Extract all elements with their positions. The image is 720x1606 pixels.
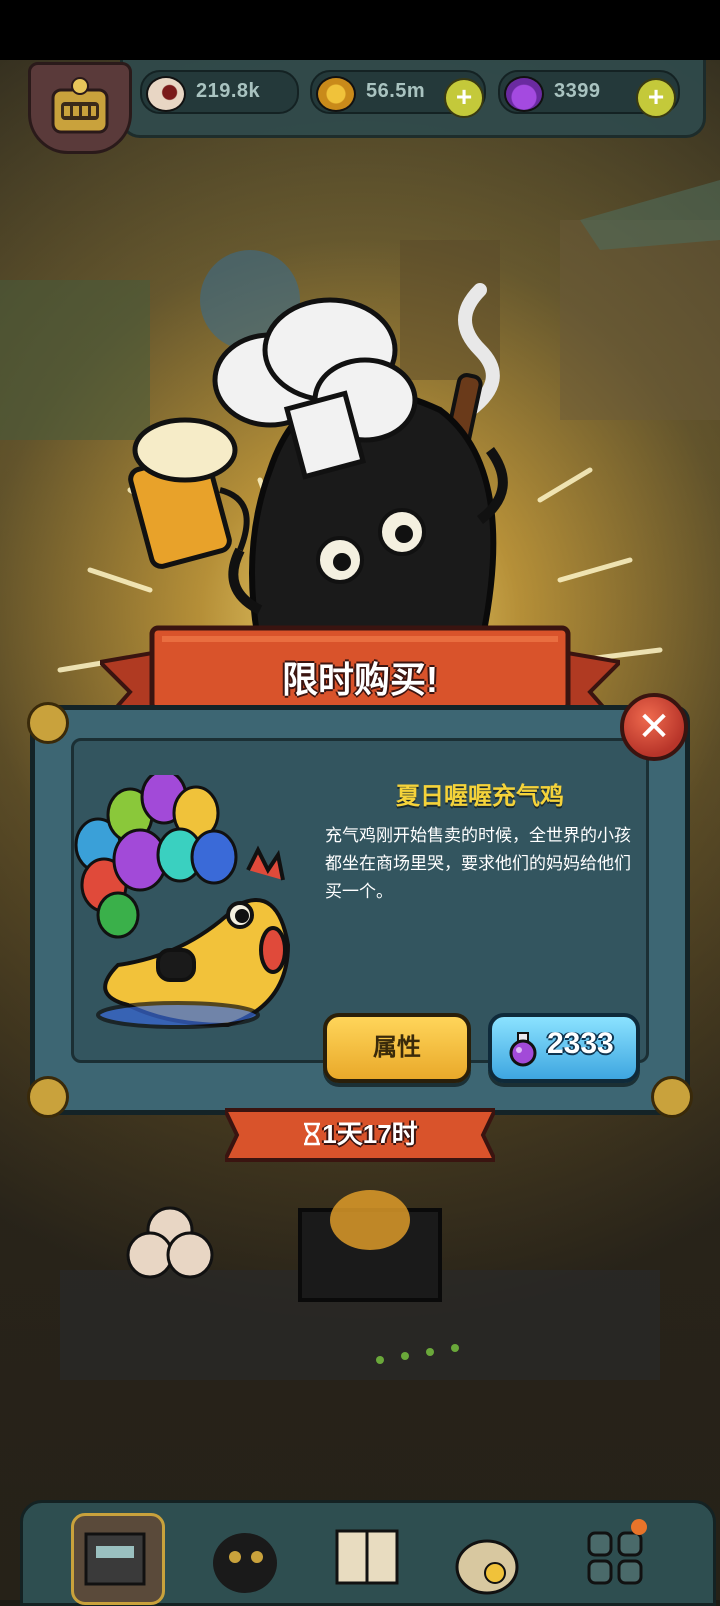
limited-offer-title: 限时购买!	[282, 659, 438, 700]
kitchen-scenery	[60, 1190, 660, 1380]
add-potions-button[interactable]: +	[636, 78, 676, 118]
balloons	[74, 775, 238, 939]
inflatable-chicken-item-image	[74, 775, 291, 1029]
hourglass-icon	[304, 1122, 321, 1146]
potion-counter: 3399 +	[498, 70, 680, 118]
buy-button[interactable]: 2333	[488, 1013, 640, 1083]
book-icon	[335, 1529, 399, 1585]
coin-icon	[316, 76, 356, 112]
bottom-navigation	[20, 1500, 716, 1606]
coin-value: 56.5m	[366, 80, 426, 102]
monster-icon	[213, 1533, 277, 1593]
emblem-icon	[51, 77, 109, 134]
panel-corner-ornament	[651, 1076, 693, 1118]
potion-icon	[504, 76, 544, 112]
eyeball-icon	[146, 76, 186, 112]
top-resource-bar: 219.8k 56.5m + 3399 +	[0, 60, 720, 154]
eyeball-value: 219.8k	[196, 80, 261, 102]
attributes-button[interactable]: 属性	[323, 1013, 471, 1083]
item-description: 充气鸡刚开始售卖的时候，全世界的小孩都坐在商场里哭，要求他们的妈妈给他们买一个。	[325, 826, 631, 901]
item-name: 夏日喔喔充气鸡	[396, 783, 564, 810]
countdown-timer: 1天17时	[322, 1119, 418, 1149]
close-button[interactable]: ✕	[620, 693, 688, 761]
eyeball-counter: 219.8k	[140, 70, 299, 114]
panel-corner-ornament	[27, 702, 69, 744]
close-icon: ✕	[637, 705, 671, 749]
nav-bag-button[interactable]	[443, 1513, 531, 1599]
panel-corner-ornament	[27, 1076, 69, 1118]
status-bar	[0, 0, 720, 60]
price-label: 2333	[547, 1027, 614, 1060]
money-bag-icon	[455, 1539, 519, 1595]
nav-monsters-button[interactable]	[201, 1513, 289, 1599]
nav-building-button[interactable]	[71, 1513, 165, 1605]
nav-grid-menu-button[interactable]	[571, 1513, 659, 1599]
coin-counter: 56.5m +	[310, 70, 486, 118]
add-coins-button[interactable]: +	[444, 78, 484, 118]
potion-value: 3399	[554, 80, 601, 102]
chef-mascot-illustration	[128, 283, 508, 650]
potion-icon	[509, 1032, 537, 1067]
grid-menu-icon	[587, 1519, 647, 1585]
nav-book-button[interactable]	[323, 1513, 411, 1599]
building-icon	[84, 1532, 146, 1586]
beer-mug	[128, 417, 250, 569]
timer-row: 1天17时	[230, 1114, 490, 1151]
player-emblem-button[interactable]	[28, 62, 132, 154]
